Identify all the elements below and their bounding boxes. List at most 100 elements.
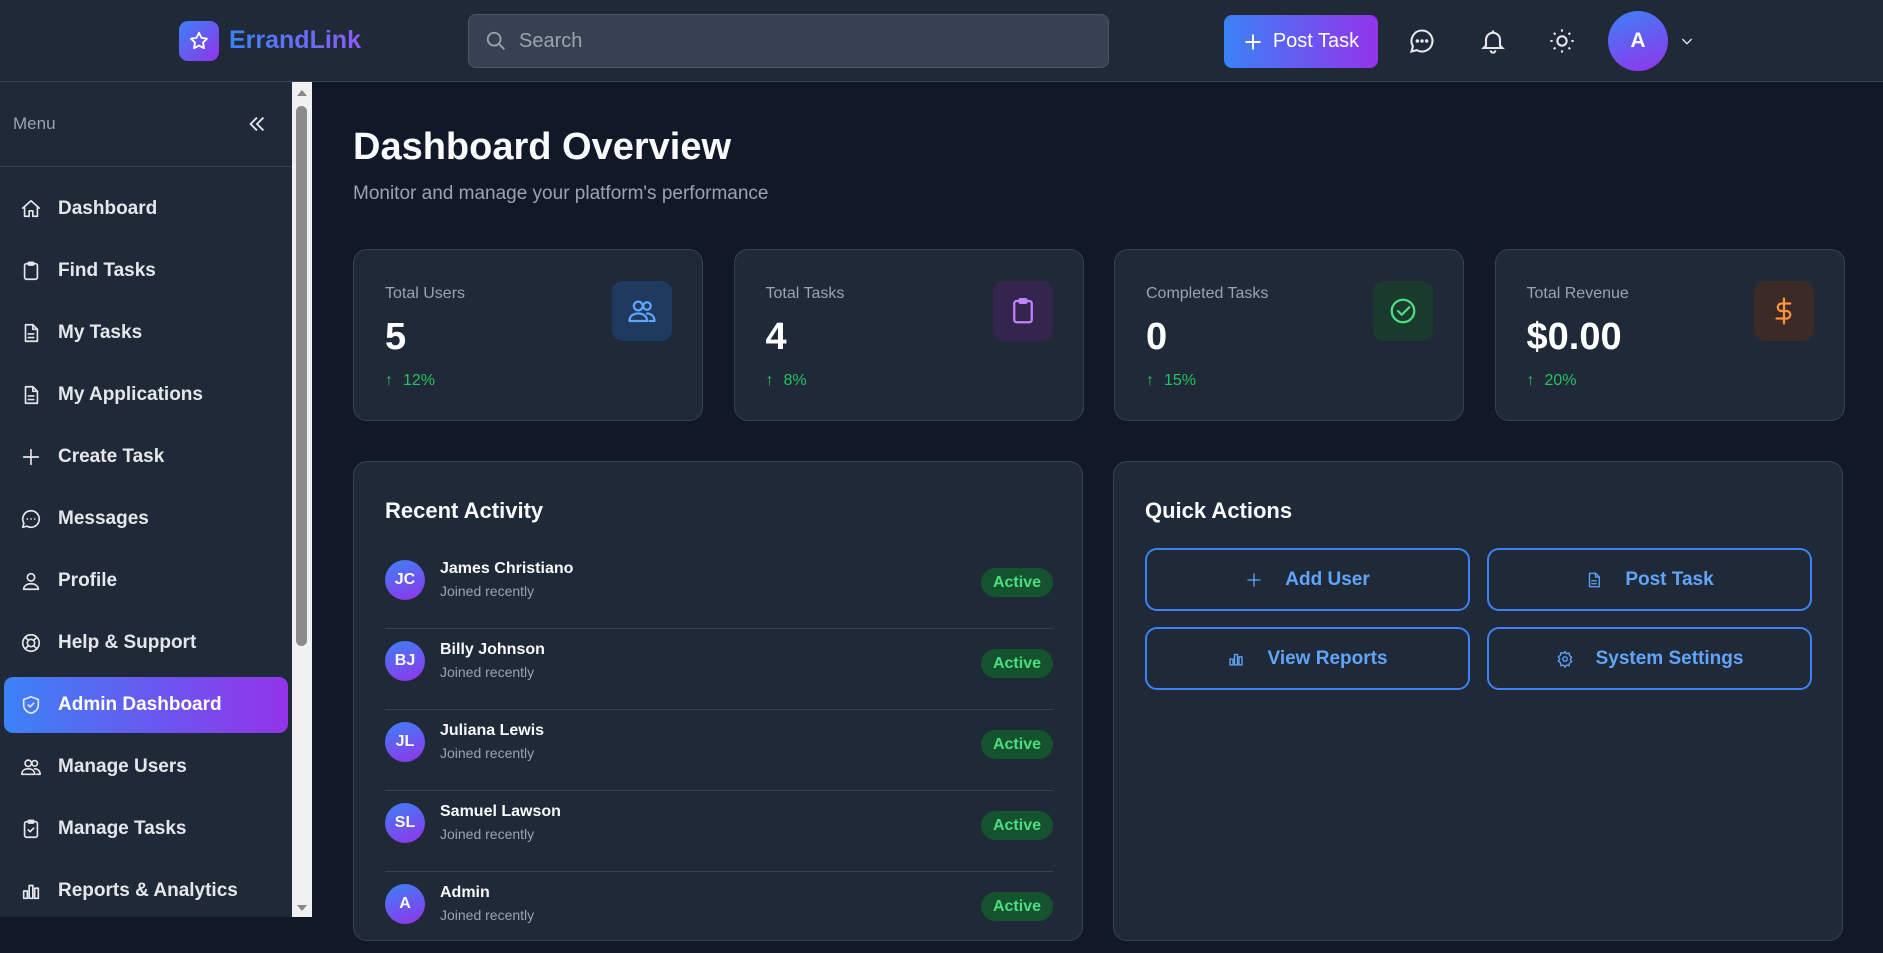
quick-action-label: Post Task xyxy=(1625,568,1714,590)
plus-icon xyxy=(20,446,42,468)
stat-value: 0 xyxy=(1146,316,1168,358)
stat-change: ↑ 12% xyxy=(385,372,435,390)
search-input[interactable] xyxy=(519,29,1079,53)
sidebar-item-label: Manage Users xyxy=(58,756,187,777)
post-task-button[interactable]: Post Task xyxy=(1224,15,1378,68)
view-reports-button[interactable]: View Reports xyxy=(1145,627,1470,690)
post-task-label: Post Task xyxy=(1272,30,1360,52)
activity-name: Samuel Lawson xyxy=(440,803,561,820)
chat-icon xyxy=(20,508,42,530)
stat-change-value: 20% xyxy=(1544,372,1577,389)
document-icon xyxy=(1585,571,1603,589)
sidebar-item-my-tasks[interactable]: My Tasks xyxy=(4,305,288,361)
sidebar-item-profile[interactable]: Profile xyxy=(4,553,288,609)
check-circle-icon xyxy=(1373,281,1433,341)
activity-subtext: Joined recently xyxy=(440,826,535,842)
avatar: BJ xyxy=(385,641,425,681)
stat-card-total-users: Total Users 5 ↑ 12% xyxy=(353,249,703,421)
avatar: A xyxy=(385,884,425,924)
sidebar-item-label: My Tasks xyxy=(58,322,143,343)
app-name[interactable]: ErrandLink xyxy=(229,26,361,55)
sidebar: Menu Dashboard Find Tasks My Tasks My Appli… xyxy=(0,82,292,917)
top-header: ErrandLink Post Task A xyxy=(0,0,1883,82)
arrow-up-icon: ↑ xyxy=(385,372,393,389)
collapse-sidebar-icon[interactable] xyxy=(246,113,268,135)
arrow-up-icon: ↑ xyxy=(765,372,774,389)
theme-sun-icon[interactable] xyxy=(1547,26,1577,56)
logo-star-icon[interactable] xyxy=(179,21,219,61)
sidebar-item-label: Reports & Analytics xyxy=(58,880,238,901)
sidebar-item-manage-users[interactable]: Manage Users xyxy=(4,739,288,795)
search-icon xyxy=(485,30,507,52)
stat-value: $0.00 xyxy=(1526,316,1622,358)
page-title: Dashboard Overview xyxy=(353,126,732,168)
stat-change: ↑ 20% xyxy=(1527,372,1577,390)
status-badge: Active xyxy=(980,649,1053,678)
clipboard-icon xyxy=(992,281,1053,341)
sidebar-item-label: My Applications xyxy=(58,384,203,405)
stat-card-completed-tasks: Completed Tasks 0 ↑ 15% xyxy=(1114,249,1464,421)
clipboard-check-icon xyxy=(20,818,42,840)
sidebar-item-reports-analytics[interactable]: Reports & Analytics xyxy=(4,863,288,919)
activity-subtext: Joined recently xyxy=(440,664,535,680)
dollar-icon xyxy=(1753,281,1814,341)
bar-chart-icon xyxy=(1227,650,1245,668)
quick-actions-card: Quick Actions Add User Post Task View Repo… xyxy=(1113,461,1843,941)
search-bar[interactable] xyxy=(468,14,1109,68)
stat-label: Completed Tasks xyxy=(1146,285,1269,302)
stat-card-total-tasks: Total Tasks 4 ↑ 8% xyxy=(733,249,1084,421)
stat-value: 5 xyxy=(385,316,407,358)
gear-icon xyxy=(1556,650,1574,668)
add-user-button[interactable]: Add User xyxy=(1145,548,1470,611)
activity-name: Admin xyxy=(440,884,490,901)
sidebar-item-messages[interactable]: Messages xyxy=(4,491,288,547)
sidebar-item-help-support[interactable]: Help & Support xyxy=(4,615,288,671)
stat-change: ↑ 15% xyxy=(1146,372,1196,390)
clipboard-icon xyxy=(20,260,42,282)
stat-label: Total Revenue xyxy=(1526,285,1629,302)
sidebar-item-admin-dashboard[interactable]: Admin Dashboard xyxy=(4,677,288,733)
page-subtitle: Monitor and manage your platform's perfo… xyxy=(353,183,769,204)
sidebar-item-label: Manage Tasks xyxy=(58,818,187,839)
sidebar-scrollbar[interactable] xyxy=(292,82,312,917)
notifications-bell-icon[interactable] xyxy=(1478,26,1508,56)
quick-action-label: System Settings xyxy=(1595,647,1744,669)
lifebuoy-icon xyxy=(20,632,42,654)
messages-icon[interactable] xyxy=(1407,26,1437,56)
post-task-button[interactable]: Post Task xyxy=(1487,548,1812,611)
sidebar-item-dashboard[interactable]: Dashboard xyxy=(4,181,288,237)
document-icon xyxy=(20,384,42,406)
sidebar-item-create-task[interactable]: Create Task xyxy=(4,429,288,485)
user-avatar[interactable]: A xyxy=(1608,11,1668,71)
sidebar-item-label: Find Tasks xyxy=(58,260,156,281)
users-icon xyxy=(612,281,672,341)
quick-action-label: Add User xyxy=(1285,568,1370,590)
activity-item: JL Juliana Lewis Joined recently Active xyxy=(385,710,1053,791)
user-icon xyxy=(20,570,42,592)
activity-item: BJ Billy Johnson Joined recently Active xyxy=(385,629,1053,710)
stat-change: ↑ 8% xyxy=(766,372,807,390)
sidebar-item-find-tasks[interactable]: Find Tasks xyxy=(4,243,288,299)
chevron-down-icon[interactable] xyxy=(1672,26,1702,56)
menu-label: Menu xyxy=(13,114,56,133)
stat-label: Total Tasks xyxy=(765,285,845,302)
sidebar-item-label: Help & Support xyxy=(58,632,197,653)
sidebar-item-label: Admin Dashboard xyxy=(58,694,222,715)
main-content: Dashboard Overview Monitor and manage yo… xyxy=(312,82,1883,941)
activity-subtext: Joined recently xyxy=(440,745,535,761)
system-settings-button[interactable]: System Settings xyxy=(1487,627,1812,690)
stat-change-value: 12% xyxy=(403,372,436,389)
activity-name: James Christiano xyxy=(440,560,574,577)
activity-name: Billy Johnson xyxy=(440,641,545,658)
quick-actions-title: Quick Actions xyxy=(1145,498,1293,523)
stat-label: Total Users xyxy=(385,285,466,302)
sidebar-nav: Dashboard Find Tasks My Tasks My Applicatio… xyxy=(0,167,292,919)
activity-subtext: Joined recently xyxy=(440,583,535,599)
sidebar-item-my-applications[interactable]: My Applications xyxy=(4,367,288,423)
recent-activity-card: Recent Activity JC James Christiano Join… xyxy=(353,461,1083,941)
arrow-up-icon: ↑ xyxy=(1146,372,1154,389)
avatar: JL xyxy=(385,722,425,762)
activity-item: JC James Christiano Joined recently Acti… xyxy=(385,548,1053,629)
sidebar-item-manage-tasks[interactable]: Manage Tasks xyxy=(4,801,288,857)
home-icon xyxy=(20,198,42,220)
